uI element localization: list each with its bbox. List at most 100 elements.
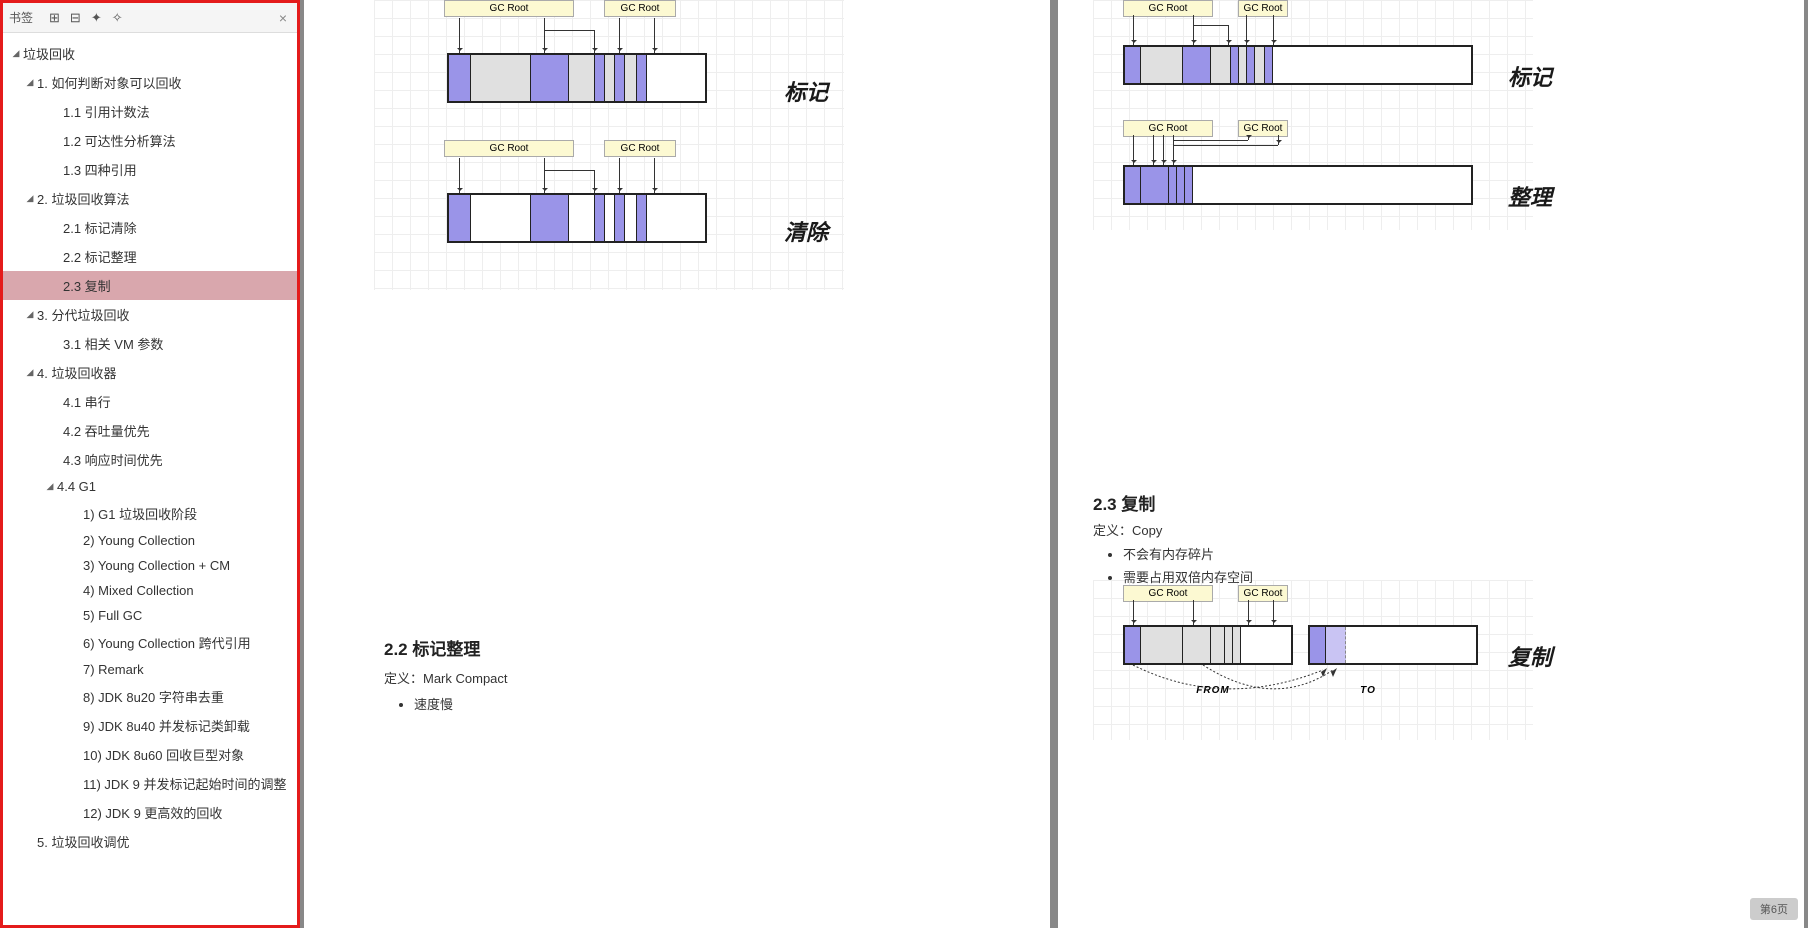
- tree-item-label: 11) JDK 9 并发标记起始时间的调整: [83, 774, 286, 793]
- tree-item[interactable]: ◢4. 垃圾回收器: [3, 358, 297, 387]
- label-copy: 复制: [1508, 640, 1552, 672]
- memory-bar: [1123, 165, 1473, 205]
- sidebar-tools: ⊞ ⊟ ✦ ✧: [49, 10, 123, 26]
- tree-item-label: 4.2 吞吐量优先: [63, 421, 150, 440]
- memory-bar: [447, 53, 707, 103]
- tree-item[interactable]: 12) JDK 9 更高效的回收: [3, 798, 297, 827]
- app-root: 书签 ⊞ ⊟ ✦ ✧ × ◢垃圾回收◢1. 如何判断对象可以回收1.1 引用计数…: [0, 0, 1808, 928]
- tree-item[interactable]: 3) Young Collection + CM: [3, 553, 297, 578]
- label-compact: 整理: [1508, 180, 1552, 212]
- tree-item-label: 8) JDK 8u20 字符串去重: [83, 687, 224, 706]
- label-mark: 标记: [784, 75, 828, 107]
- tree-item[interactable]: 2) Young Collection: [3, 528, 297, 553]
- page-left: GC Root GC Root: [304, 0, 1050, 928]
- tree-item-label: 2.1 标记清除: [63, 218, 137, 237]
- sidebar-tab-bookmarks[interactable]: 书签: [9, 5, 39, 30]
- tree-item-label: 4) Mixed Collection: [83, 583, 194, 598]
- memory-bar: [1123, 45, 1473, 85]
- tree-item[interactable]: 10) JDK 8u60 回收巨型对象: [3, 740, 297, 769]
- label-mark-r: 标记: [1508, 60, 1552, 92]
- tree-item[interactable]: 1.3 四种引用: [3, 155, 297, 184]
- bookmark-icon[interactable]: ✧: [112, 10, 123, 26]
- tree-item-label: 5. 垃圾回收调优: [37, 832, 129, 851]
- memory-bar: [447, 193, 707, 243]
- tree-item[interactable]: 5. 垃圾回收调优: [3, 827, 297, 856]
- sidebar-header: 书签 ⊞ ⊟ ✦ ✧ ×: [3, 3, 297, 33]
- tree-item[interactable]: ◢垃圾回收: [3, 39, 297, 68]
- tree-item[interactable]: 4) Mixed Collection: [3, 578, 297, 603]
- tree-item[interactable]: ◢3. 分代垃圾回收: [3, 300, 297, 329]
- tree-item[interactable]: 4.1 串行: [3, 387, 297, 416]
- tree-item[interactable]: 1) G1 垃圾回收阶段: [3, 499, 297, 528]
- tree-item[interactable]: 1.1 引用计数法: [3, 97, 297, 126]
- tree-item-label: 1. 如何判断对象可以回收: [37, 73, 181, 92]
- tree-item[interactable]: ◢2. 垃圾回收算法: [3, 184, 297, 213]
- memory-bar-to: [1308, 625, 1478, 665]
- expand-icon[interactable]: ⊞: [49, 10, 60, 26]
- definition-22: 定义：Mark Compact: [384, 668, 508, 687]
- tree-item-label: 1.1 引用计数法: [63, 102, 150, 121]
- tree-item-label: 3) Young Collection + CM: [83, 558, 230, 573]
- tree-item-label: 9) JDK 8u40 并发标记类卸载: [83, 716, 250, 735]
- bookmark-tree[interactable]: ◢垃圾回收◢1. 如何判断对象可以回收1.1 引用计数法1.2 可达性分析算法1…: [3, 33, 297, 925]
- tree-item-label: 3.1 相关 VM 参数: [63, 334, 163, 353]
- tree-item[interactable]: 9) JDK 8u40 并发标记类卸载: [3, 711, 297, 740]
- heading-23: 2.3 复制: [1093, 490, 1155, 515]
- tree-item-label: 5) Full GC: [83, 608, 142, 623]
- tree-item[interactable]: 8) JDK 8u20 字符串去重: [3, 682, 297, 711]
- memory-bar-from: [1123, 625, 1293, 665]
- close-icon[interactable]: ×: [275, 10, 291, 26]
- tree-item[interactable]: 4.2 吞吐量优先: [3, 416, 297, 445]
- tree-item-label: 1) G1 垃圾回收阶段: [83, 504, 197, 523]
- tree-item-label: 2.2 标记整理: [63, 247, 137, 266]
- tree-item-label: 2.3 复制: [63, 276, 111, 295]
- bullet-item: 速度慢: [414, 694, 453, 713]
- tree-item[interactable]: 6) Young Collection 跨代引用: [3, 628, 297, 657]
- tree-item[interactable]: 2.3 复制: [3, 271, 297, 300]
- tree-item-label: 3. 分代垃圾回收: [37, 305, 129, 324]
- bookmarks-sidebar: 书签 ⊞ ⊟ ✦ ✧ × ◢垃圾回收◢1. 如何判断对象可以回收1.1 引用计数…: [0, 0, 300, 928]
- content-area: GC Root GC Root: [300, 0, 1808, 928]
- tree-item-label: 4.4 G1: [57, 479, 96, 494]
- tree-item-label: 1.3 四种引用: [63, 160, 137, 179]
- tree-item[interactable]: 2.1 标记清除: [3, 213, 297, 242]
- tree-item-label: 6) Young Collection 跨代引用: [83, 633, 251, 652]
- gc-root-box: GC Root: [604, 140, 676, 157]
- tree-item[interactable]: 5) Full GC: [3, 603, 297, 628]
- chevron-icon: ◢: [23, 367, 37, 378]
- chevron-icon: ◢: [43, 481, 57, 492]
- page-indicator: 第6页: [1750, 898, 1798, 920]
- tree-item[interactable]: 7) Remark: [3, 657, 297, 682]
- gc-root-box: GC Root: [1238, 585, 1288, 602]
- tree-item-label: 2) Young Collection: [83, 533, 195, 548]
- add-bookmark-icon[interactable]: ✦: [91, 10, 102, 26]
- tree-item[interactable]: 4.3 响应时间优先: [3, 445, 297, 474]
- bullet-item: 不会有内存碎片: [1123, 544, 1253, 563]
- collapse-icon[interactable]: ⊟: [70, 10, 81, 26]
- tree-item-label: 垃圾回收: [23, 44, 75, 63]
- tree-item[interactable]: 1.2 可达性分析算法: [3, 126, 297, 155]
- bullets-22: 速度慢: [394, 690, 453, 717]
- tree-item[interactable]: 11) JDK 9 并发标记起始时间的调整: [3, 769, 297, 798]
- gc-root-box: GC Root: [444, 140, 574, 157]
- copy-arrows: [1123, 665, 1483, 715]
- tree-item[interactable]: ◢1. 如何判断对象可以回收: [3, 68, 297, 97]
- tree-item[interactable]: 3.1 相关 VM 参数: [3, 329, 297, 358]
- tree-item-label: 1.2 可达性分析算法: [63, 131, 176, 150]
- tree-item-label: 10) JDK 8u60 回收巨型对象: [83, 745, 244, 764]
- tree-item[interactable]: 2.2 标记整理: [3, 242, 297, 271]
- chevron-icon: ◢: [23, 193, 37, 204]
- tree-item-label: 4. 垃圾回收器: [37, 363, 116, 382]
- chevron-icon: ◢: [23, 309, 37, 320]
- bullet-item: 需要占用双倍内存空间: [1123, 567, 1253, 586]
- gc-root-box: GC Root: [1123, 120, 1213, 137]
- gc-root-box: GC Root: [604, 0, 676, 17]
- definition-23: 定义：Copy: [1093, 520, 1162, 539]
- tree-item-label: 4.3 响应时间优先: [63, 450, 163, 469]
- tree-item-label: 2. 垃圾回收算法: [37, 189, 129, 208]
- bullets-23: 不会有内存碎片需要占用双倍内存空间: [1103, 540, 1253, 590]
- page-right: GC Root GC Root: [1058, 0, 1804, 928]
- tree-item[interactable]: ◢4.4 G1: [3, 474, 297, 499]
- tree-item-label: 4.1 串行: [63, 392, 111, 411]
- heading-22: 2.2 标记整理: [384, 635, 480, 660]
